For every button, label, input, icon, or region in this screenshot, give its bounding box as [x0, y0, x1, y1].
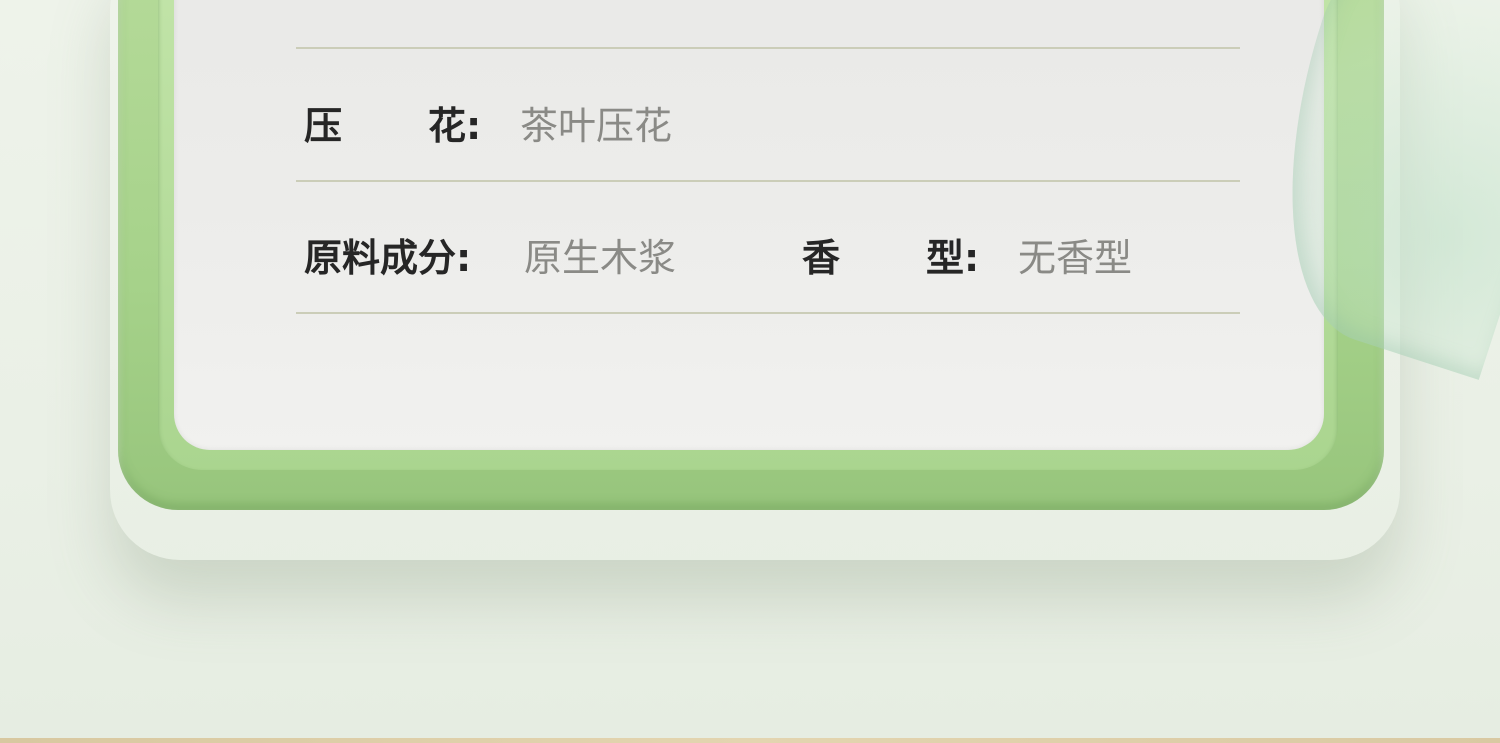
divider-line: [296, 47, 1240, 49]
spec-value-material: 原生木浆: [524, 236, 677, 280]
spec-value-scent: 无香型: [1018, 236, 1133, 280]
divider-line: [296, 180, 1240, 182]
spec-label-material: 原料成分:: [304, 236, 472, 280]
spec-label-scent-first: 香: [802, 236, 841, 280]
spec-label-pressed-first: 压: [304, 104, 343, 148]
spec-panel: [174, 0, 1324, 450]
spec-label-pressed-second: 花:: [428, 104, 482, 148]
divider-line: [296, 312, 1240, 314]
spec-value-pressed-flower: 茶叶压花: [520, 104, 673, 148]
spec-label-scent-second: 型:: [926, 236, 980, 280]
bottom-edge-strip: [0, 738, 1500, 743]
